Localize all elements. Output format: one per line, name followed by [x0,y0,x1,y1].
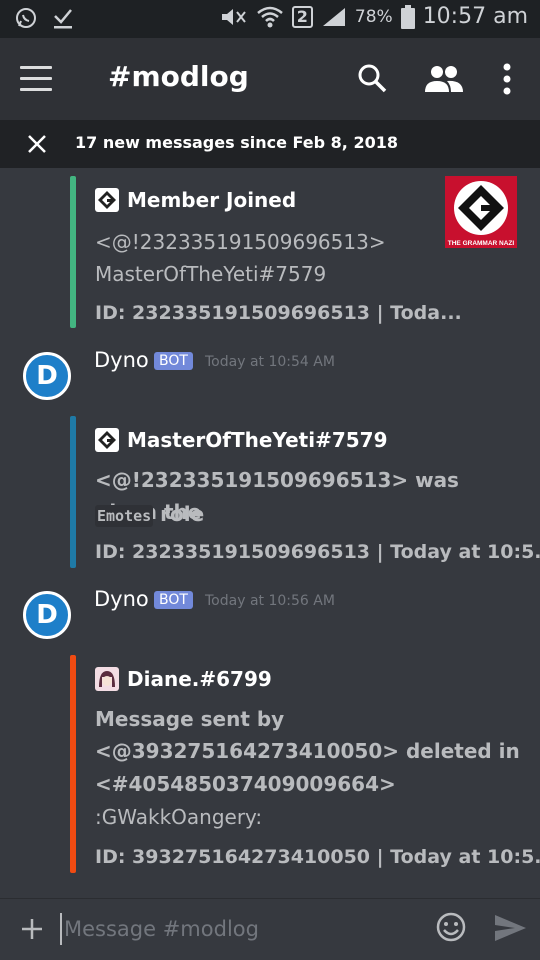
thumbnail-caption: THE GRAMMAR NAZI [448,240,515,247]
plus-icon[interactable] [20,917,44,941]
embed-footer: ID: 232335191509696513 | Toda... [95,302,462,324]
battery-icon [400,4,415,29]
new-messages-text: 17 new messages since Feb 8, 2018 [75,133,398,152]
timestamp: Today at 10:54 AM [205,354,335,370]
download-done-icon [54,9,72,29]
dyno-avatar-icon: D [36,600,58,630]
author-name[interactable]: Dyno [94,587,149,611]
dyno-avatar-icon: D [36,361,58,391]
new-messages-bar[interactable]: 17 new messages since Feb 8, 2018 [0,120,540,168]
mute-icon [221,8,246,25]
embed-line: <#405485037409009664> [95,772,396,796]
search-icon[interactable] [356,62,388,94]
embed-accent-bar [70,655,76,873]
message-header: D Dyno BOT Today at 10:56 AM [0,587,540,647]
send-icon[interactable] [493,913,527,943]
app-toolbar: #modlog [0,38,540,120]
message-composer [0,898,540,960]
sim-indicator: 2 [291,5,313,28]
embed-username: MasterOfTheYeti#7579 [95,262,327,286]
grammar-nazi-logo-icon: THE GRAMMAR NAZI [445,176,517,248]
grammar-logo-icon [95,188,119,212]
channel-title: #modlog [108,60,249,93]
embed-role-line: Emotes role [95,498,204,532]
embed-line: <@393275164273410050> deleted in [95,739,520,763]
role-code: Emotes [95,505,154,527]
embed-line: :GWakkOangery: [95,805,263,829]
author-name[interactable]: Dyno [94,348,149,372]
embed-message-deleted: Diane.#6799 Message sent by <@3932751642… [70,655,540,873]
bot-badge: BOT [154,352,193,370]
avatar[interactable]: D [23,591,71,639]
signal-icon [322,7,345,26]
timestamp: Today at 10:56 AM [205,593,335,609]
embed-mention[interactable]: <@!232335191509696513> [95,226,386,258]
emoji-icon[interactable] [435,911,467,943]
bot-badge: BOT [154,591,193,609]
embed-role-given: MasterOfTheYeti#7579 <@!2323351915096965… [70,416,540,568]
members-icon[interactable] [425,64,463,94]
embed-accent-bar [70,176,76,328]
user-avatar-icon [95,667,119,691]
message-header: D Dyno BOT Today at 10:54 AM [0,348,540,408]
more-options-icon[interactable] [497,62,517,96]
embed-title: Diane.#6799 [127,667,272,691]
message-input[interactable] [60,913,420,945]
clock: 10:57 am [422,4,528,29]
hamburger-menu-icon[interactable] [20,66,52,92]
whatsapp-icon [16,8,36,28]
role-suffix: role [160,502,205,526]
embed-footer: ID: 232335191509696513 | Today at 10:5..… [95,541,540,563]
embed-line: Message sent by [95,707,285,731]
embed-thumbnail: THE GRAMMAR NAZI [445,176,517,248]
close-icon[interactable] [26,133,48,155]
embed-footer: ID: 393275164273410050 | Today at 10:5..… [95,846,540,868]
embed-accent-bar [70,416,76,568]
status-bar: 2 78% 10:57 am [0,0,540,38]
battery-percent: 78% [354,6,393,27]
embed-title: MasterOfTheYeti#7579 [127,428,388,452]
wifi-icon [256,6,283,27]
avatar[interactable]: D [23,352,71,400]
embed-title: Member Joined [127,188,297,212]
grammar-logo-icon [95,428,119,452]
